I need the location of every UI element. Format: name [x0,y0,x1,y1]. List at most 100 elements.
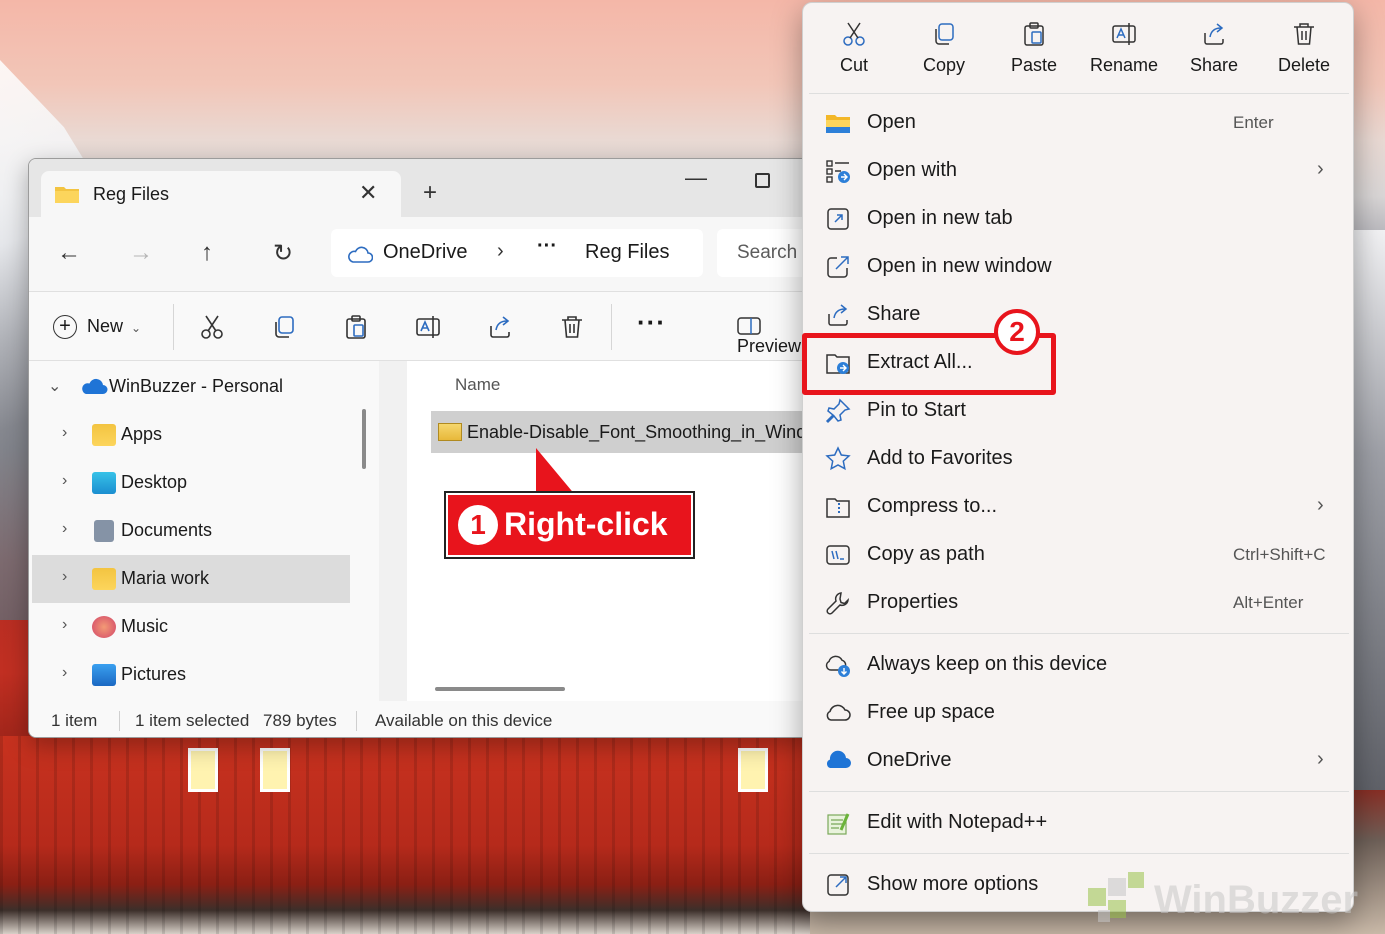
delete-icon[interactable] [559,314,585,340]
context-menu: Cut Copy Paste Rename Share Delete Open … [802,2,1354,912]
open-with-icon [826,160,850,183]
rename-label: Rename [1089,55,1159,75]
background-houses [0,736,810,934]
folder-open-icon [826,115,850,133]
cut-icon [843,22,865,46]
menu-item-label: Open in new tab [867,207,1013,229]
menu-item-shortcut: Enter [1233,113,1274,132]
watermark-text: WinBuzzer [1154,878,1359,922]
menu-item-onedrive[interactable]: OneDrive › [803,737,1353,785]
copy-icon[interactable] [271,314,297,340]
menu-item-open-new-tab[interactable]: Open in new tab [803,195,1353,243]
menu-item-share[interactable]: Share [803,291,1353,339]
share-label: Share [1189,55,1239,75]
menu-item-open-new-window[interactable]: Open in new window [803,243,1353,291]
notepadpp-icon [827,813,850,835]
column-header-name[interactable]: Name [455,375,500,395]
menu-item-open[interactable]: Open Enter [803,99,1353,147]
paste-icon [1024,22,1044,46]
refresh-button[interactable]: ↻ [273,239,293,268]
tab-reg-files[interactable]: Reg Files ✕ [41,171,401,217]
breadcrumb-onedrive[interactable]: OneDrive [383,241,467,264]
breadcrumb-ellipsis[interactable]: ··· [537,235,557,258]
menu-item-label: Pin to Start [867,399,966,421]
winbuzzer-logo-icon [1088,872,1144,922]
sidebar-item-onedrive[interactable]: ⌄ WinBuzzer - Personal [32,363,350,411]
new-tab-button[interactable]: + [423,179,437,207]
cut-button[interactable]: Cut [809,21,899,87]
sidebar-item-label: Documents [121,520,213,540]
menu-item-label: Always keep on this device [867,653,1108,675]
music-icon [92,616,116,638]
watermark: WinBuzzer [1084,870,1364,930]
cut-icon[interactable] [199,314,225,340]
delete-label: Delete [1277,55,1331,75]
menu-divider [809,633,1349,634]
menu-item-free-up-space[interactable]: Free up space [803,689,1353,737]
maximize-button[interactable] [755,173,770,188]
new-button[interactable]: + New ⌄ [53,315,141,339]
pin-icon [825,398,851,424]
breadcrumb[interactable]: OneDrive › ··· Reg Files [331,229,703,277]
minimize-button[interactable]: — [685,165,707,191]
menu-item-open-with[interactable]: Open with › [803,147,1353,195]
menu-item-properties[interactable]: Properties Alt+Enter [803,579,1353,627]
status-item-count: 1 item [51,711,98,730]
onedrive-icon [826,750,851,768]
status-selected: 1 item selected [135,711,250,730]
more-options-icon[interactable]: ··· [637,307,666,338]
back-button[interactable]: ← [57,239,81,267]
navigation-pane: ⌄ WinBuzzer - Personal › Apps › Desktop … [29,361,379,701]
status-bar: 1 item 1 item selected 789 bytes Availab… [29,701,817,737]
menu-item-copy-as-path[interactable]: Copy as path Ctrl+Shift+C [803,531,1353,579]
chevron-down-icon: ⌄ [48,378,62,395]
file-explorer-window: Reg Files ✕ + — ← → ↑ ↻ OneDrive › ··· R… [28,158,818,738]
menu-item-label: Edit with Notepad++ [867,811,1048,833]
sidebar-scrollbar[interactable] [362,409,366,469]
toolbar-divider [173,304,174,350]
sidebar-item-music[interactable]: › Music [32,603,350,651]
cloud-icon [826,704,851,721]
rename-button[interactable]: Rename [1079,21,1169,87]
sidebar-item-documents[interactable]: › Documents [32,507,350,555]
forward-button[interactable]: → [129,239,153,267]
sidebar-item-desktop[interactable]: › Desktop [32,459,350,507]
status-divider [356,711,357,731]
delete-button[interactable]: Delete [1259,21,1349,87]
search-placeholder: Search [737,242,798,263]
share-button[interactable]: Share [1169,21,1259,87]
sidebar-item-label: Music [121,616,169,636]
menu-item-label: Add to Favorites [867,447,1013,469]
new-window-icon [827,256,849,278]
sidebar-item-apps[interactable]: › Apps [32,411,350,459]
share-icon [1204,23,1224,45]
menu-item-compress-to[interactable]: Compress to... › [803,483,1353,531]
paste-icon[interactable] [343,314,369,340]
sidebar-item-maria-work[interactable]: › Maria work [32,555,350,603]
chevron-right-icon: › [497,240,504,262]
chevron-right-icon: › [62,664,68,681]
pane-splitter[interactable] [379,361,407,701]
copy-button[interactable]: Copy [899,21,989,87]
file-row[interactable]: Enable-Disable_Font_Smoothing_in_Windows… [431,411,817,453]
paste-button[interactable]: Paste [989,21,1079,87]
rename-icon[interactable] [415,314,441,340]
up-button[interactable]: ↑ [201,239,213,267]
menu-item-label: Share [867,303,921,325]
menu-item-always-keep[interactable]: Always keep on this device [803,641,1353,689]
sidebar-item-pictures[interactable]: › Pictures [32,651,350,699]
horizontal-scrollbar[interactable] [435,687,565,691]
breadcrumb-current[interactable]: Reg Files [585,241,669,264]
menu-item-add-to-favorites[interactable]: Add to Favorites [803,435,1353,483]
share-icon[interactable] [487,314,513,340]
folder-icon [92,424,116,446]
plus-icon: + [53,315,77,339]
menu-item-label: Free up space [867,701,995,723]
paste-label: Paste [1010,55,1058,75]
step-1-number: 1 [458,505,498,545]
onedrive-icon [82,378,108,394]
new-tab-icon [827,208,849,230]
copy-path-icon [826,545,850,565]
menu-item-edit-notepadpp[interactable]: Edit with Notepad++ [803,799,1353,847]
close-tab-icon[interactable]: ✕ [359,180,377,206]
